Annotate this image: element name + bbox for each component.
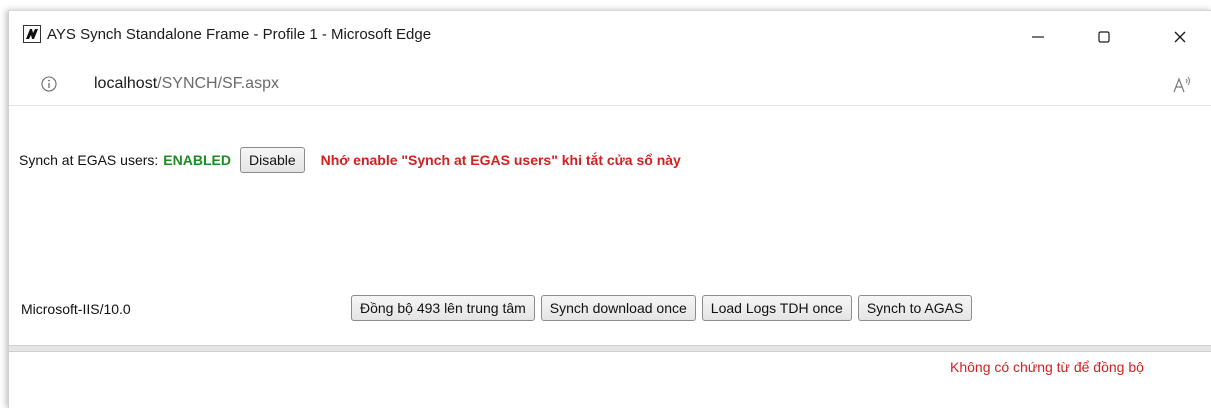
disable-button[interactable]: Disable	[239, 147, 305, 173]
url-host: localhost	[94, 75, 158, 92]
url-path: /SYNCH/SF.aspx	[157, 75, 279, 92]
maximize-button[interactable]	[1081, 17, 1127, 57]
page-content: Synch at EGAS users: ENABLED Disable Nhớ…	[9, 106, 1211, 408]
synch-to-agas-button[interactable]: Synch to AGAS	[857, 295, 973, 321]
title-bar[interactable]: AYS Synch Standalone Frame - Profile 1 -…	[9, 11, 1211, 63]
sync-493-to-center-button[interactable]: Đồng bộ 493 lên trung tâm	[351, 295, 535, 321]
server-info: Microsoft-IIS/10.0	[21, 301, 131, 317]
no-documents-message: Không có chứng từ để đồng bộ	[950, 359, 1144, 375]
synch-download-once-button[interactable]: Synch download once	[540, 295, 696, 321]
synch-label: Synch at EGAS users:	[19, 152, 159, 168]
action-buttons: Đồng bộ 493 lên trung tâm Synch download…	[351, 295, 973, 321]
frame-splitter[interactable]	[9, 345, 1211, 352]
ays-logo-icon	[23, 25, 41, 43]
url-field[interactable]: localhost/SYNCH/SF.aspx	[94, 75, 279, 93]
load-logs-tdh-once-button[interactable]: Load Logs TDH once	[701, 295, 852, 321]
maximize-icon	[1098, 31, 1110, 43]
address-bar[interactable]: localhost/SYNCH/SF.aspx	[9, 63, 1211, 106]
reminder-message: Nhớ enable "Synch at EGAS users" khi tắt…	[320, 152, 681, 168]
window-title: AYS Synch Standalone Frame - Profile 1 -…	[47, 26, 432, 43]
minimize-button[interactable]	[1015, 17, 1061, 57]
synch-status-value: ENABLED	[163, 152, 231, 168]
close-icon	[1174, 31, 1186, 43]
read-aloud-icon[interactable]	[1171, 75, 1193, 95]
minimize-icon	[1032, 36, 1044, 38]
browser-window: AYS Synch Standalone Frame - Profile 1 -…	[8, 10, 1211, 408]
close-button[interactable]	[1157, 17, 1203, 57]
info-icon[interactable]	[41, 76, 57, 92]
lower-frame: Không có chứng từ để đồng bộ	[9, 352, 1211, 408]
synch-status-row: Synch at EGAS users: ENABLED Disable Nhớ…	[19, 147, 681, 173]
